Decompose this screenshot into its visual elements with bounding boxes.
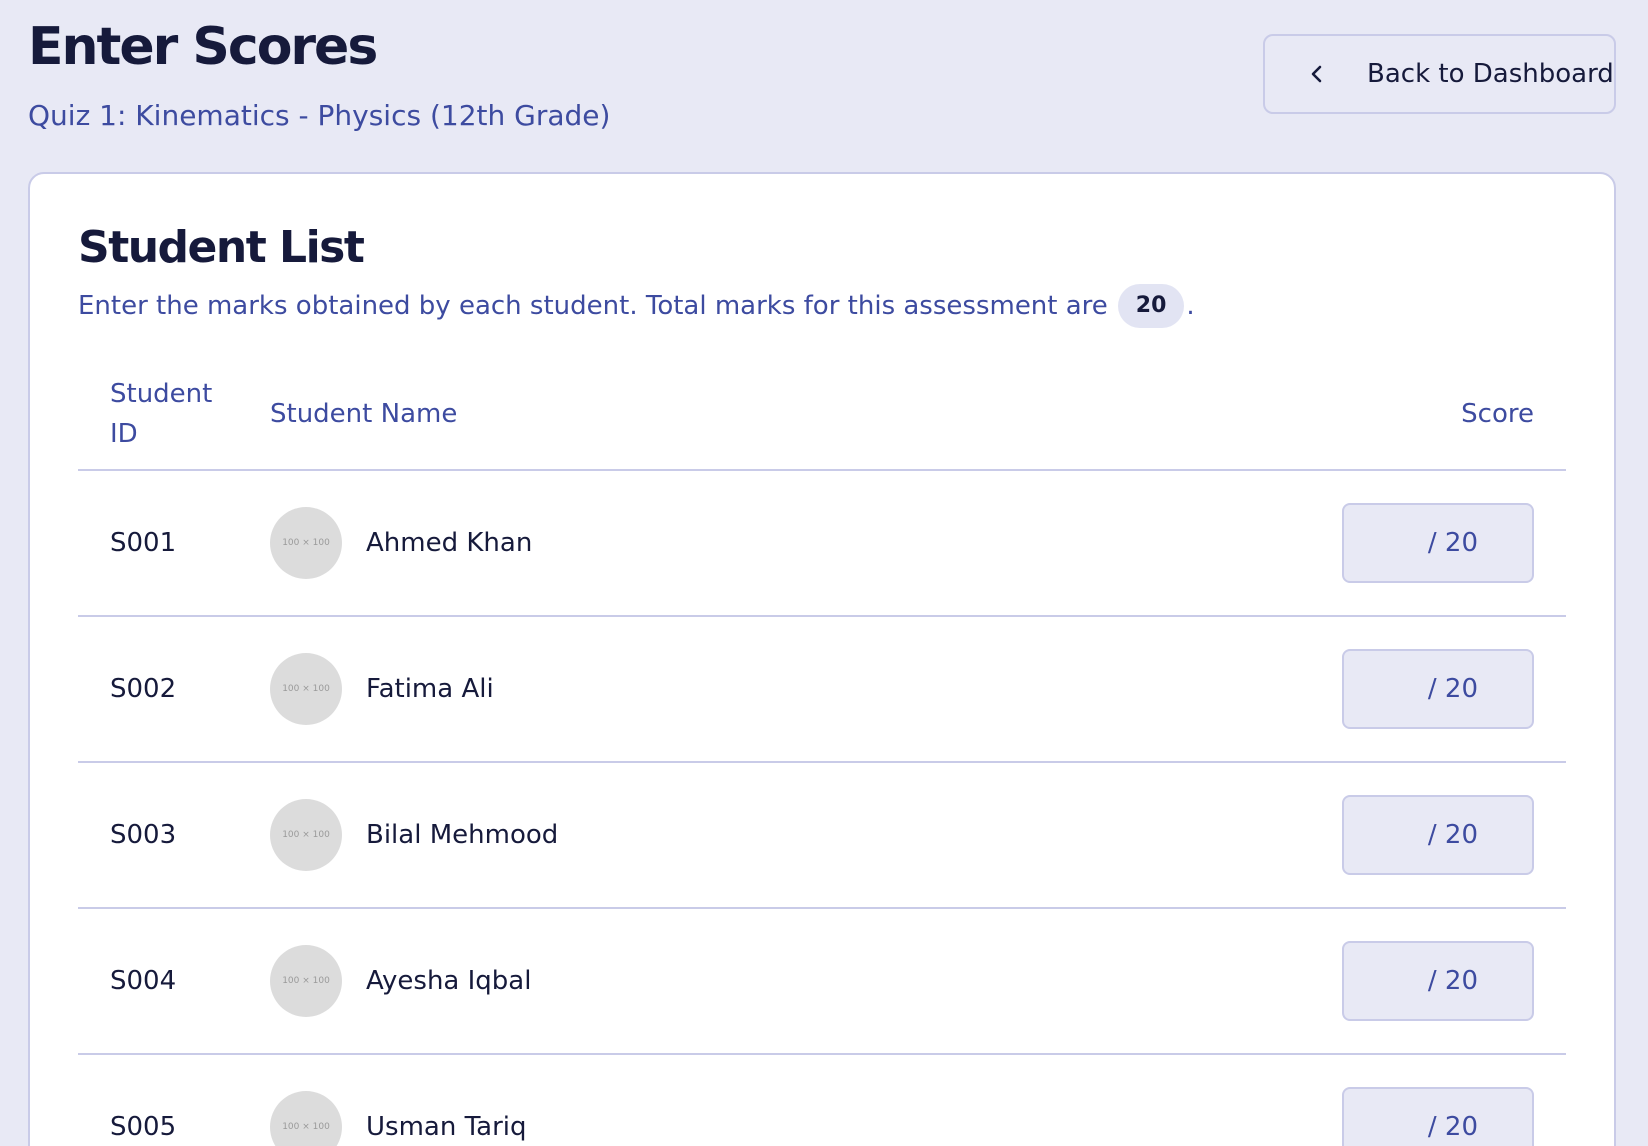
- total-marks-badge: 20: [1117, 284, 1185, 328]
- table-row: S002 100 × 100 Fatima Ali / 20: [78, 617, 1566, 763]
- table-row: S005 100 × 100 Usman Tariq / 20: [78, 1055, 1566, 1146]
- table-row: S001 100 × 100 Ahmed Khan / 20: [78, 471, 1566, 617]
- column-header-student-id: Student ID: [110, 379, 213, 449]
- student-name: Fatima Ali: [366, 674, 494, 704]
- score-field: / 20: [1342, 795, 1534, 875]
- student-name: Bilal Mehmood: [366, 820, 559, 850]
- score-input[interactable]: [1344, 1089, 1532, 1146]
- column-header-score: Score: [1461, 399, 1534, 429]
- score-input[interactable]: [1344, 943, 1532, 1019]
- description-text: Enter the marks obtained by each student…: [78, 291, 1108, 321]
- score-field: / 20: [1342, 503, 1534, 583]
- score-input[interactable]: [1344, 797, 1532, 873]
- score-input[interactable]: [1344, 505, 1532, 581]
- score-field: / 20: [1342, 1087, 1534, 1146]
- avatar: 100 × 100: [270, 945, 342, 1017]
- table-row: S003 100 × 100 Bilal Mehmood / 20: [78, 763, 1566, 909]
- student-name: Ahmed Khan: [366, 528, 533, 558]
- student-list-card: Student List Enter the marks obtained by…: [28, 172, 1616, 1146]
- table-header: Student ID Student Name Score: [78, 374, 1566, 471]
- chevron-left-icon: [1305, 62, 1329, 86]
- student-name: Usman Tariq: [366, 1112, 527, 1142]
- card-description: Enter the marks obtained by each student…: [78, 284, 1195, 328]
- card-title: Student List: [78, 222, 365, 273]
- page-subtitle: Quiz 1: Kinematics - Physics (12th Grade…: [28, 99, 611, 132]
- description-period: .: [1186, 291, 1195, 321]
- student-id: S003: [110, 820, 177, 850]
- page-title: Enter Scores: [28, 17, 378, 77]
- back-button-label: Back to Dashboard: [1367, 59, 1614, 89]
- score-input[interactable]: [1344, 651, 1532, 727]
- back-to-dashboard-button[interactable]: Back to Dashboard: [1263, 34, 1616, 114]
- column-header-student-name: Student Name: [270, 399, 458, 429]
- avatar: 100 × 100: [270, 507, 342, 579]
- score-field: / 20: [1342, 649, 1534, 729]
- student-id: S005: [110, 1112, 177, 1142]
- avatar: 100 × 100: [270, 1091, 342, 1146]
- table-row: S004 100 × 100 Ayesha Iqbal / 20: [78, 909, 1566, 1055]
- student-id: S002: [110, 674, 177, 704]
- student-id: S004: [110, 966, 177, 996]
- student-id: S001: [110, 528, 177, 558]
- page: Enter Scores Quiz 1: Kinematics - Physic…: [0, 0, 1648, 1146]
- student-table: Student ID Student Name Score S001 100 ×…: [78, 374, 1566, 1146]
- score-field: / 20: [1342, 941, 1534, 1021]
- avatar: 100 × 100: [270, 653, 342, 725]
- avatar: 100 × 100: [270, 799, 342, 871]
- student-name: Ayesha Iqbal: [366, 966, 532, 996]
